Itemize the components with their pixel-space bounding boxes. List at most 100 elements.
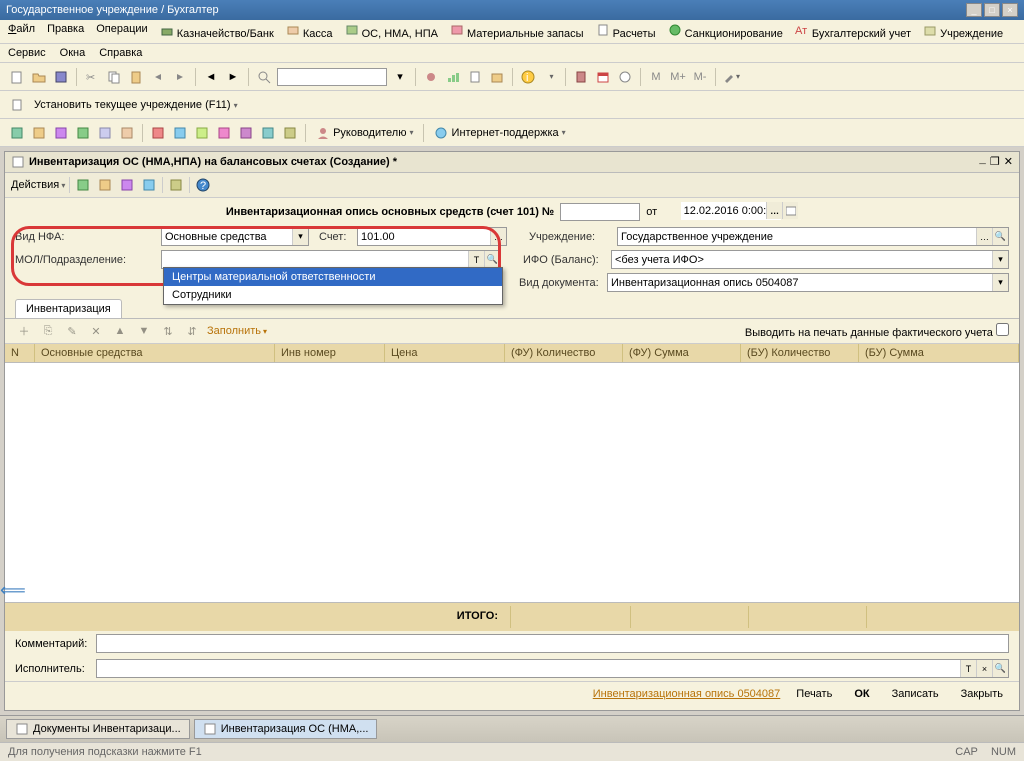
- grid-up-button[interactable]: ▲: [111, 322, 129, 340]
- calculator-button[interactable]: [572, 68, 590, 86]
- menu-cash[interactable]: Касса: [286, 23, 333, 40]
- col-fu-sum[interactable]: (ФУ) Сумма: [623, 344, 741, 362]
- save-button[interactable]: [52, 68, 70, 86]
- menu-help[interactable]: Справка: [99, 47, 142, 59]
- action-help-button[interactable]: ?: [194, 176, 212, 194]
- mol-type-button[interactable]: T: [468, 251, 484, 268]
- menu-materials[interactable]: Материальные запасы: [450, 23, 584, 40]
- t3-btn-11[interactable]: [237, 124, 255, 142]
- menu-file[interactable]: ФФайлайл: [8, 23, 35, 40]
- col-price[interactable]: Цена: [385, 344, 505, 362]
- dropdown-item-centers[interactable]: Центры материальной ответственности: [164, 268, 502, 286]
- t3-btn-1[interactable]: [8, 124, 26, 142]
- grid-delete-button[interactable]: ✕: [87, 322, 105, 340]
- institution-search-button[interactable]: 🔍: [992, 228, 1008, 245]
- doc-minimize-button[interactable]: _: [979, 155, 986, 169]
- tool-btn-7[interactable]: [616, 68, 634, 86]
- paste-button[interactable]: [127, 68, 145, 86]
- tool-btn-2[interactable]: [444, 68, 462, 86]
- set-institution-button[interactable]: Установить текущее учреждение (F11): [30, 97, 242, 113]
- menu-institution[interactable]: Учреждение: [923, 23, 1003, 40]
- t3-btn-5[interactable]: [96, 124, 114, 142]
- action-btn-1[interactable]: [74, 176, 92, 194]
- redo-button[interactable]: [171, 68, 189, 86]
- search-dropdown[interactable]: ▾: [391, 68, 409, 86]
- action-btn-4[interactable]: [140, 176, 158, 194]
- grid-sort2-button[interactable]: ⇵: [183, 322, 201, 340]
- menu-sanction[interactable]: Санкционирование: [668, 23, 783, 40]
- search-input[interactable]: [277, 68, 387, 86]
- calendar-button[interactable]: [594, 68, 612, 86]
- tab-inventory[interactable]: Инвентаризация: [15, 299, 122, 318]
- menu-service[interactable]: Сервис: [8, 47, 46, 59]
- institution-field[interactable]: Государственное учреждение …🔍: [617, 227, 1009, 246]
- back-button[interactable]: ◄: [202, 68, 220, 86]
- date-calendar-button[interactable]: [782, 202, 798, 219]
- maximize-button[interactable]: □: [984, 3, 1000, 17]
- grid-body[interactable]: [5, 363, 1019, 603]
- t3-btn-13[interactable]: [281, 124, 299, 142]
- t3-btn-12[interactable]: [259, 124, 277, 142]
- grid-copy-button[interactable]: ⎘: [39, 322, 57, 340]
- t3-btn-8[interactable]: [171, 124, 189, 142]
- settings-button[interactable]: [722, 68, 740, 86]
- ifo-dropdown-button[interactable]: ▾: [992, 251, 1008, 268]
- tool-btn-1[interactable]: [422, 68, 440, 86]
- tool-btn-4[interactable]: [488, 68, 506, 86]
- t3-btn-4[interactable]: [74, 124, 92, 142]
- cut-button[interactable]: ✂: [83, 68, 101, 86]
- bottom-link[interactable]: Инвентаризационная опись 0504087: [593, 688, 781, 700]
- menu-windows[interactable]: Окна: [60, 47, 86, 59]
- menu-operations[interactable]: Операции: [96, 23, 147, 40]
- close-button[interactable]: ×: [1002, 3, 1018, 17]
- executor-field[interactable]: T×🔍: [96, 659, 1009, 678]
- new-button[interactable]: [8, 68, 26, 86]
- taskbar-tab-1[interactable]: Документы Инвентаризаци...: [6, 719, 190, 739]
- col-bu-sum[interactable]: (БУ) Сумма: [859, 344, 1019, 362]
- close-doc-button[interactable]: Закрыть: [955, 686, 1009, 702]
- executor-search-button[interactable]: 🔍: [992, 660, 1008, 677]
- doc-close-button[interactable]: ✕: [1004, 155, 1013, 169]
- grid-edit-button[interactable]: ✎: [63, 322, 81, 340]
- executor-clear-button[interactable]: ×: [976, 660, 992, 677]
- vid-nfa-dropdown-button[interactable]: ▾: [292, 228, 308, 245]
- doc-maximize-button[interactable]: ❐: [990, 155, 1000, 169]
- fill-button[interactable]: Заполнить: [207, 325, 267, 337]
- info-dropdown[interactable]: [541, 68, 559, 86]
- ifo-field[interactable]: <без учета ИФО> ▾: [611, 250, 1009, 269]
- date-ellipsis-button[interactable]: …: [766, 202, 782, 219]
- t3-btn-6[interactable]: [118, 124, 136, 142]
- executor-type-button[interactable]: T: [960, 660, 976, 677]
- mol-search-button[interactable]: 🔍: [484, 251, 500, 268]
- forward-button[interactable]: ►: [224, 68, 242, 86]
- actions-dropdown[interactable]: Действия: [11, 179, 65, 191]
- zoom-button[interactable]: [255, 68, 273, 86]
- ok-button[interactable]: ОК: [848, 686, 875, 702]
- col-inv[interactable]: Инв номер: [275, 344, 385, 362]
- t3-btn-7[interactable]: [149, 124, 167, 142]
- t3-btn-9[interactable]: [193, 124, 211, 142]
- col-os[interactable]: Основные средства: [35, 344, 275, 362]
- m-button[interactable]: M: [647, 68, 665, 86]
- menu-os[interactable]: ОС, НМА, НПА: [345, 23, 438, 40]
- doc-type-dropdown-button[interactable]: ▾: [992, 274, 1008, 291]
- taskbar-tab-2[interactable]: Инвентаризация ОС (НМА,...: [194, 719, 378, 739]
- undo-button[interactable]: [149, 68, 167, 86]
- m-minus-button[interactable]: M-: [691, 68, 709, 86]
- manager-button[interactable]: Руководителю: [312, 124, 417, 142]
- t3-btn-3[interactable]: [52, 124, 70, 142]
- document-number-field[interactable]: [560, 203, 640, 221]
- t3-btn-10[interactable]: [215, 124, 233, 142]
- account-ellipsis-button[interactable]: …: [490, 228, 506, 245]
- copy-button[interactable]: [105, 68, 123, 86]
- menu-treasury[interactable]: Казначейство/Банк: [160, 23, 274, 40]
- save-doc-button[interactable]: Записать: [886, 686, 945, 702]
- menu-calc[interactable]: Расчеты: [596, 23, 656, 40]
- print-button[interactable]: Печать: [790, 686, 838, 702]
- dropdown-item-employees[interactable]: Сотрудники: [164, 286, 502, 304]
- print-check-checkbox[interactable]: [996, 323, 1009, 336]
- action-btn-5[interactable]: [167, 176, 185, 194]
- institution-ellipsis-button[interactable]: …: [976, 228, 992, 245]
- col-fu-qty[interactable]: (ФУ) Количество: [505, 344, 623, 362]
- t3-btn-2[interactable]: [30, 124, 48, 142]
